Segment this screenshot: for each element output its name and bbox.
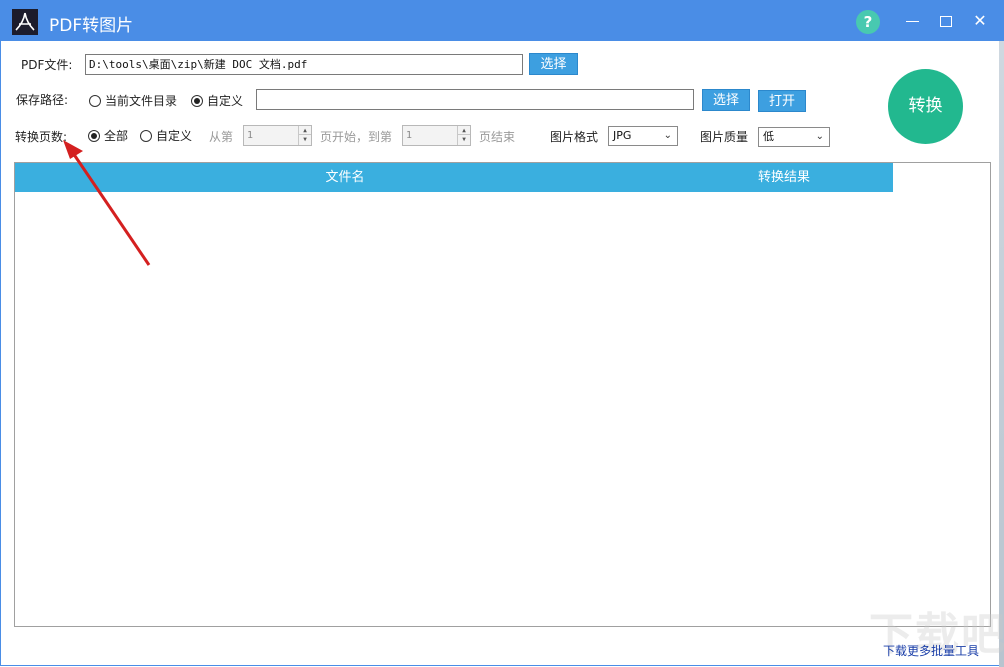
radio-current-dir[interactable]: 当前文件目录	[89, 92, 177, 109]
spin-up-icon[interactable]: ▲	[458, 126, 470, 135]
from-page-spin-arrows[interactable]: ▲ ▼	[298, 126, 311, 145]
radio-custom-pages[interactable]: 自定义	[140, 127, 192, 144]
help-button[interactable]: ?	[856, 10, 880, 34]
image-format-label: 图片格式	[550, 130, 599, 144]
radio-all-pages-circle	[88, 129, 100, 142]
minimize-button[interactable]	[896, 7, 928, 35]
download-more-tools-link[interactable]: 下载更多批量工具	[883, 642, 979, 659]
radio-custom-pages-label: 自定义	[156, 129, 193, 143]
radio-custom-path[interactable]: 自定义	[191, 92, 243, 109]
page-range-label: 转换页数:	[15, 130, 68, 144]
from-page-label: 从第	[209, 130, 234, 144]
radio-custom-path-label: 自定义	[207, 94, 244, 108]
title-bar[interactable]: PDF转图片 ? ✕	[1, 1, 1003, 41]
table-header: 文件名 转换结果	[15, 163, 893, 192]
end-page-label: 页结束	[479, 130, 516, 144]
to-page-stepper[interactable]: 1 ▲ ▼	[402, 125, 471, 146]
from-page-value: 1	[247, 130, 254, 141]
image-quality-label: 图片质量	[700, 130, 749, 144]
radio-custom-path-circle	[191, 94, 203, 107]
convert-button[interactable]: 转换	[888, 69, 963, 144]
to-page-spin-arrows[interactable]: ▲ ▼	[457, 126, 470, 145]
pdf-select-button[interactable]: 选择	[529, 53, 578, 75]
save-path-select-button[interactable]: 选择	[702, 89, 750, 111]
from-page-stepper[interactable]: 1 ▲ ▼	[243, 125, 312, 146]
open-folder-button[interactable]: 打开	[758, 90, 806, 112]
app-window: PDF转图片 ? ✕ PDF文件: D:\tools\桌面\zip\新建 DOC…	[0, 0, 1004, 667]
chevron-down-icon: ⌄	[663, 130, 672, 141]
spin-down-icon[interactable]: ▼	[458, 135, 470, 144]
radio-all-pages[interactable]: 全部	[88, 127, 128, 144]
background-edge	[999, 41, 1004, 667]
image-format-value: JPG	[613, 129, 632, 142]
to-page-value: 1	[406, 130, 413, 141]
image-quality-select[interactable]: 低 ⌄	[758, 127, 830, 147]
close-button[interactable]: ✕	[964, 7, 996, 35]
pdf-file-input[interactable]: D:\tools\桌面\zip\新建 DOC 文档.pdf	[85, 54, 523, 75]
image-quality-value: 低	[763, 130, 774, 143]
column-header-filename[interactable]: 文件名	[15, 163, 675, 192]
radio-all-pages-label: 全部	[104, 129, 129, 143]
close-icon: ✕	[973, 11, 987, 30]
image-format-select[interactable]: JPG ⌄	[608, 126, 678, 146]
pdf-app-icon	[12, 9, 38, 35]
save-path-label: 保存路径:	[16, 93, 69, 107]
spin-up-icon[interactable]: ▲	[299, 126, 311, 135]
minimize-icon	[905, 21, 919, 22]
radio-current-dir-circle	[89, 94, 101, 107]
to-page-label: 页开始，到第	[320, 130, 393, 144]
spin-down-icon[interactable]: ▼	[299, 135, 311, 144]
save-path-input[interactable]	[256, 89, 694, 110]
maximize-icon	[940, 16, 952, 27]
column-header-result[interactable]: 转换结果	[675, 163, 893, 192]
pdf-file-label: PDF文件:	[21, 58, 73, 72]
window-title: PDF转图片	[49, 16, 134, 36]
maximize-button[interactable]	[930, 7, 962, 35]
radio-custom-pages-circle	[140, 129, 152, 142]
file-table[interactable]: 文件名 转换结果	[14, 162, 991, 627]
chevron-down-icon: ⌄	[815, 131, 824, 142]
radio-current-dir-label: 当前文件目录	[105, 94, 178, 108]
